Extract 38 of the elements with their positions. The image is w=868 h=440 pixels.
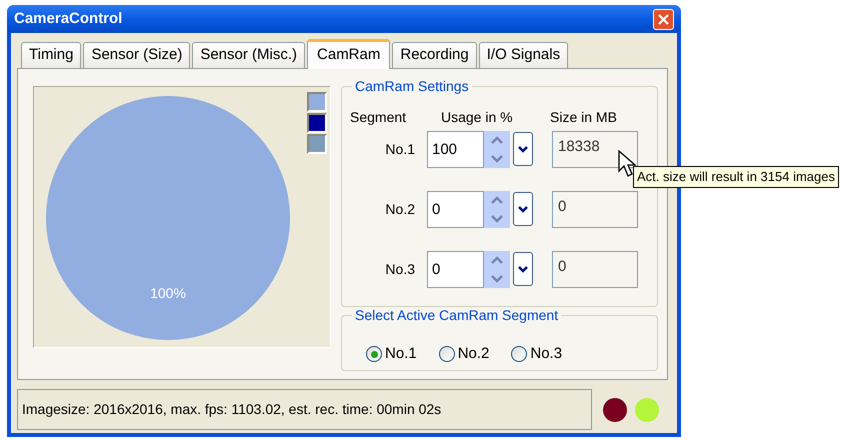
mouse-cursor-icon [618, 150, 638, 178]
column-header: Segment [350, 109, 406, 125]
radio-button[interactable] [366, 346, 382, 362]
slice-label: 100% [150, 285, 186, 301]
tab[interactable]: Sensor (Misc.) [192, 42, 306, 68]
dropdown-button[interactable] [513, 252, 533, 286]
tooltip: Act. size will result in 3154 images [633, 166, 839, 188]
radio-option[interactable]: No.3 [511, 343, 562, 366]
dropdown-button[interactable] [513, 132, 533, 166]
chevron-down-icon [518, 146, 528, 152]
usage-field[interactable]: 0 [427, 190, 484, 228]
size-field: 0 [552, 190, 638, 228]
tab[interactable]: Sensor (Size) [83, 42, 190, 68]
radio-button[interactable] [438, 346, 455, 362]
radio-button[interactable] [511, 346, 528, 362]
usage-field[interactable]: 100 [427, 130, 484, 168]
segment-label: No.2 [385, 200, 415, 218]
group-title: CamRam Settings [352, 78, 472, 94]
tab[interactable]: CamRam [307, 39, 390, 69]
status-text: Imagesize: 2016x2016, max. fps: 1103.02, est. rec. time: 00min 02s [17, 389, 592, 430]
tab[interactable]: Recording [392, 42, 477, 68]
tab[interactable]: I/O Signals [478, 42, 568, 68]
group-title: Select Active CamRam Segment [352, 307, 562, 323]
usage-field[interactable]: 0 [427, 250, 484, 288]
window-title: CameraControl [14, 8, 122, 29]
tab[interactable]: Timing [21, 42, 82, 68]
segment-label: No.3 [385, 260, 415, 278]
close-icon [658, 14, 669, 24]
chevron-down-icon [518, 206, 528, 212]
chevron-down-icon [518, 266, 528, 272]
radio-option[interactable]: No.2 [438, 343, 490, 366]
radio-option[interactable]: No.1 [366, 343, 417, 366]
dropdown-button[interactable] [513, 192, 533, 226]
segment-label: No.1 [385, 140, 415, 158]
size-field: 0 [552, 250, 638, 288]
column-header: Size in MB [550, 109, 617, 125]
close-button[interactable] [653, 8, 674, 30]
column-header: Usage in % [441, 109, 513, 125]
